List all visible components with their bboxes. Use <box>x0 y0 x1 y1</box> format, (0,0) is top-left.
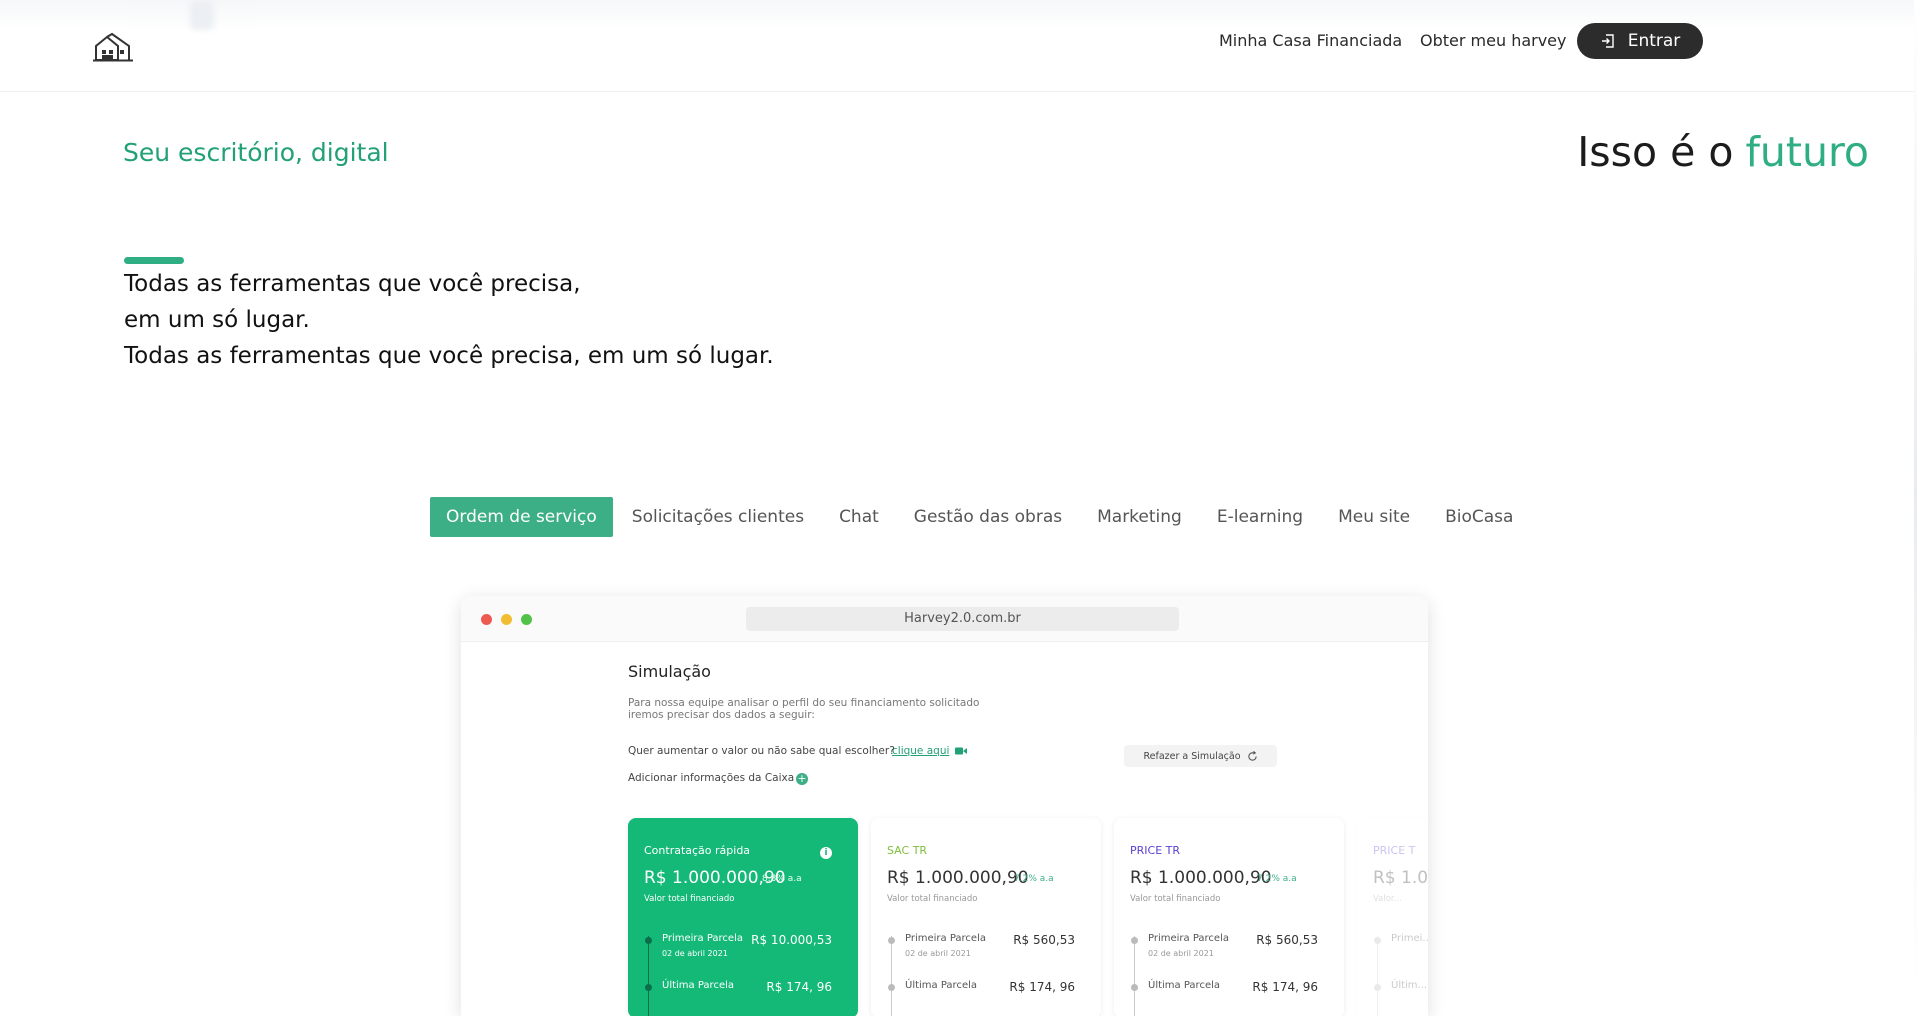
timeline-line <box>1134 936 1135 1016</box>
hero-subtitle: Seu escritório, digital <box>123 138 389 167</box>
house-logo-icon[interactable] <box>93 32 133 62</box>
clique-aqui-link[interactable]: clique aqui <box>892 745 949 757</box>
first-installment-label: Primeira Parcela <box>662 933 743 944</box>
browser-toolbar: Harvey2.0.com.br <box>461 596 1428 642</box>
info-icon[interactable]: i <box>820 847 832 859</box>
card-value: R$ 1.000.000,90 <box>1130 868 1272 888</box>
nav-minha-casa-financiada[interactable]: Minha Casa Financiada <box>1219 31 1402 50</box>
window-maximize-dot <box>521 614 532 625</box>
first-installment-label: Primeira Parcela <box>1148 933 1229 944</box>
refresh-icon <box>1247 750 1257 761</box>
nav-obter-meu-harvey[interactable]: Obter meu harvey <box>1420 31 1567 50</box>
simulation-question: Quer aumentar o valor ou não sabe qual e… <box>628 745 895 757</box>
redo-simulation-label: Refazer a Simulação <box>1143 750 1241 762</box>
hero-line: Todas as ferramentas que você precisa, e… <box>124 343 774 369</box>
last-installment-label: Última Parcela <box>905 980 978 991</box>
last-installment-label: Última Parcela <box>662 980 735 991</box>
card-name: Contratação rápida <box>644 844 751 857</box>
card-rate: 7.2% a.a <box>1014 874 1054 884</box>
plus-icon[interactable]: + <box>796 773 808 785</box>
card-price-partial[interactable]: PRICE T R$ 1.0 Valor... Primei... Últim.… <box>1357 818 1428 1016</box>
timeline-line <box>891 936 892 1016</box>
timeline-line <box>1377 936 1378 1016</box>
card-value: R$ 1.0 <box>1373 868 1428 888</box>
hero-title-accent: futuro <box>1745 128 1869 176</box>
timeline-dot <box>645 937 652 944</box>
first-installment-date: 02 de abril 2021 <box>905 949 971 958</box>
last-installment-value: R$ 174, 96 <box>766 980 832 994</box>
first-installment-label: Primei... <box>1391 933 1428 944</box>
card-value-label: Valor total financiado <box>887 894 978 904</box>
timeline-dot <box>1131 937 1138 944</box>
simulation-description: Para nossa equipe analisar o perfil do s… <box>628 697 980 721</box>
card-rate: 7.2% a.a <box>1257 874 1297 884</box>
login-button[interactable]: Entrar <box>1577 23 1703 59</box>
card-sac-tr[interactable]: SAC TR R$ 1.000.000,90 7.2% a.a Valor to… <box>871 818 1101 1016</box>
card-contratacao-rapida[interactable]: Contratação rápida i R$ 1.000.000,90 8.8… <box>628 818 858 1016</box>
card-price-tr[interactable]: PRICE TR R$ 1.000.000,90 7.2% a.a Valor … <box>1114 818 1344 1016</box>
card-name: SAC TR <box>887 844 928 857</box>
tab-solicitacoes-clientes[interactable]: Solicitações clientes <box>616 497 820 537</box>
tab-marketing[interactable]: Marketing <box>1081 497 1198 537</box>
timeline-dot <box>888 984 895 991</box>
window-close-dot <box>481 614 492 625</box>
hero-title: Isso é o futuro <box>1577 128 1869 176</box>
last-installment-label: Últim... <box>1391 980 1428 991</box>
timeline-dot <box>1374 937 1381 944</box>
hero-line: em um só lugar. <box>124 307 310 333</box>
card-name: PRICE T <box>1373 844 1416 857</box>
add-caixa-info[interactable]: Adicionar informações da Caixa <box>628 772 794 784</box>
first-installment-date: 02 de abril 2021 <box>1148 949 1214 958</box>
tab-meu-site[interactable]: Meu site <box>1322 497 1426 537</box>
tab-e-learning[interactable]: E-learning <box>1201 497 1319 537</box>
address-bar: Harvey2.0.com.br <box>746 607 1179 631</box>
card-value: R$ 1.000.000,90 <box>887 868 1029 888</box>
simulation-title: Simulação <box>628 662 711 681</box>
tab-chat[interactable]: Chat <box>823 497 895 537</box>
first-installment-value: R$ 10.000,53 <box>751 933 832 947</box>
hero-title-prefix: Isso é o <box>1577 128 1734 176</box>
timeline-line <box>648 936 649 1016</box>
timeline-dot <box>888 937 895 944</box>
feature-tabs: Ordem de serviço Solicitações clientes C… <box>430 497 1532 537</box>
card-value-label: Valor... <box>1373 894 1402 904</box>
card-rate: 8.8% a.a <box>762 874 802 884</box>
timeline-dot <box>1131 984 1138 991</box>
video-camera-icon <box>955 747 967 755</box>
browser-mockup: Harvey2.0.com.br Simulação Para nossa eq… <box>461 596 1428 1016</box>
tab-biocasa[interactable]: BioCasa <box>1429 497 1529 537</box>
last-installment-value: R$ 174, 96 <box>1009 980 1075 994</box>
first-installment-value: R$ 560,53 <box>1013 933 1075 947</box>
hero-line: Todas as ferramentas que você precisa, <box>124 271 581 297</box>
tab-gestao-das-obras[interactable]: Gestão das obras <box>898 497 1078 537</box>
tab-ordem-de-servico[interactable]: Ordem de serviço <box>430 497 613 537</box>
first-installment-date: 02 de abril 2021 <box>662 949 728 958</box>
hero-description: Todas as ferramentas que você precisa, e… <box>124 266 774 374</box>
first-installment-value: R$ 560,53 <box>1256 933 1318 947</box>
accent-bar <box>124 257 184 264</box>
last-installment-label: Última Parcela <box>1148 980 1221 991</box>
window-minimize-dot <box>501 614 512 625</box>
timeline-dot <box>1374 984 1381 991</box>
last-installment-value: R$ 174, 96 <box>1252 980 1318 994</box>
timeline-dot <box>645 984 652 991</box>
site-header: Minha Casa Financiada Obter meu harvey E… <box>0 0 1917 92</box>
card-value-label: Valor total financiado <box>1130 894 1221 904</box>
first-installment-label: Primeira Parcela <box>905 933 986 944</box>
login-icon <box>1601 34 1614 48</box>
card-value-label: Valor total financiado <box>644 894 735 904</box>
card-name: PRICE TR <box>1130 844 1181 857</box>
login-label: Entrar <box>1627 31 1681 51</box>
redo-simulation-button[interactable]: Refazer a Simulação <box>1124 745 1277 767</box>
